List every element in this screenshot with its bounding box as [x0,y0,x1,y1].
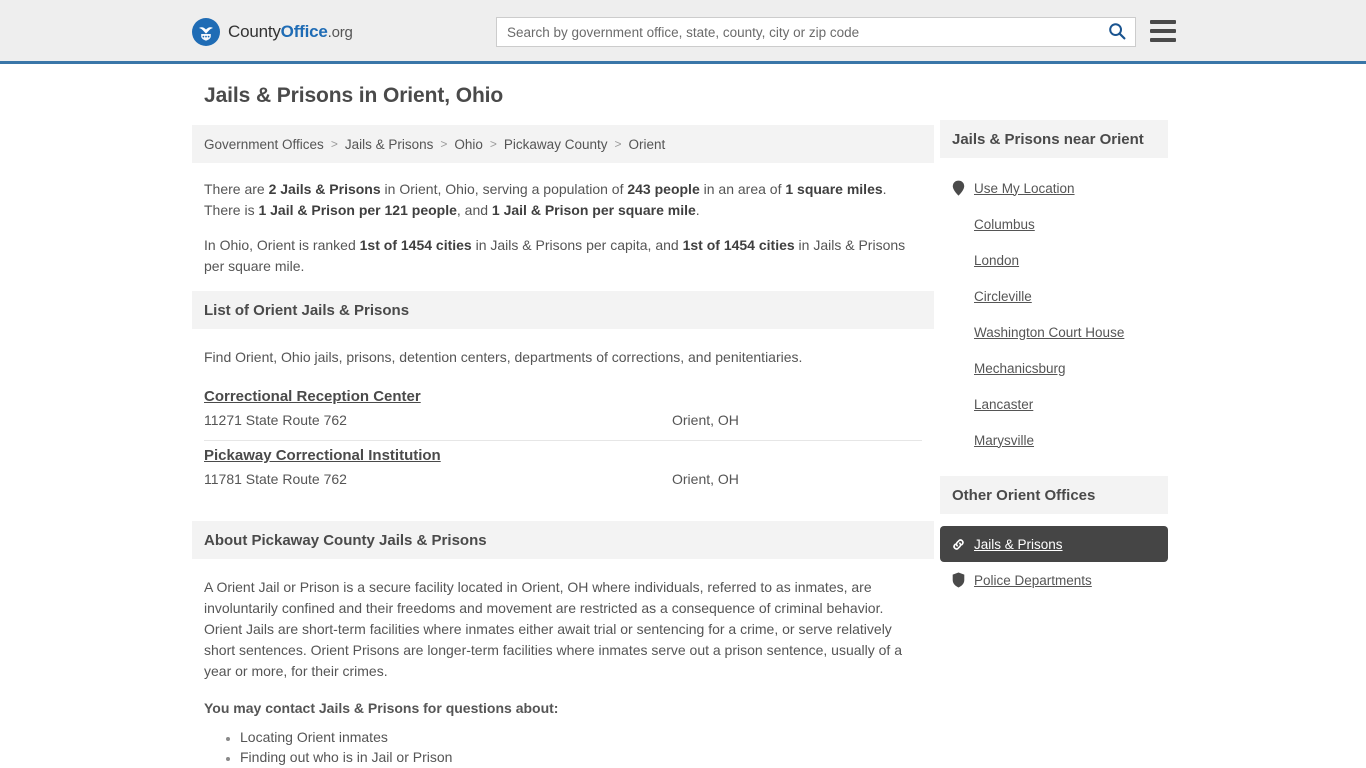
list-section-heading: List of Orient Jails & Prisons [204,301,410,319]
sidebar-other-item-1[interactable]: Jails & Prisons [940,526,1168,562]
breadcrumb-item-2[interactable]: Jails & Prisons [345,137,434,152]
intro-text: . [695,202,700,218]
intro-emphasis: 1 Jail & Prison per 121 people [258,202,457,218]
listing-address: 11271 State Route 762 [204,412,347,428]
listing-city-state: Orient, OH [672,471,739,487]
listing-address: 11781 State Route 762 [204,471,347,487]
search-input[interactable] [497,18,1099,46]
sidebar-other-header: Other Orient Offices [940,476,1168,514]
breadcrumb-separator: > [489,137,497,151]
about-section-body: A Orient Jail or Prison is a secure faci… [192,559,934,768]
intro-text: , and [456,202,492,218]
hamburger-bar [1150,20,1176,24]
sidebar-other-links: Jails & Prisons Police Departments [940,514,1168,598]
sidebar-near-item-4[interactable]: Circleville [940,278,1168,314]
list-section-header: List of Orient Jails & Prisons [192,291,934,329]
about-paragraph: A Orient Jail or Prison is a secure faci… [204,579,902,679]
breadcrumb-item-1[interactable]: Government Offices [204,137,324,152]
search-button[interactable] [1099,18,1135,46]
hamburger-menu-icon[interactable] [1150,20,1176,42]
listing-row: Pickaway Correctional Institution 11781 S… [204,441,922,499]
sidebar-near-item-3[interactable]: London [940,242,1168,278]
listings-container: Correctional Reception Center 11271 State… [192,382,934,499]
listing-details: 11271 State Route 762 Orient, OH [204,412,922,428]
location-pin-icon [950,180,966,196]
breadcrumb-separator: > [614,137,622,151]
intro-emphasis: 243 people [627,181,700,197]
sidebar-near-link[interactable]: Lancaster [974,397,1033,412]
logo-wordmark: CountyOffice.org [228,22,353,42]
link-chain-icon [950,537,966,552]
sidebar: Jails & Prisons near Orient Use My Locat… [940,120,1168,598]
intro-emphasis: 2 Jails & Prisons [268,181,381,197]
sidebar-near-item-2[interactable]: Columbus [940,206,1168,242]
breadcrumb-item-4[interactable]: Pickaway County [504,137,608,152]
main-content-column: Jails & Prisons in Orient, Ohio Governme… [192,84,934,768]
logo-text-county: County [228,22,281,41]
sidebar-near-links: Use My Location Columbus London Circleville… [940,158,1168,458]
about-section-header: About Pickaway County Jails & Prisons [192,521,934,559]
listing-city-state: Orient, OH [672,412,739,428]
listing-details: 11781 State Route 762 Orient, OH [204,471,922,487]
sidebar-near-item-8[interactable]: Marysville [940,422,1168,458]
intro-text: in Jails & Prisons per capita, and [471,237,683,253]
page-title: Jails & Prisons in Orient, Ohio [204,84,504,107]
hamburger-bar [1150,29,1176,33]
intro-text: There are [204,181,269,197]
listing-name-link[interactable]: Correctional Reception Center [204,388,421,405]
sidebar-other-link[interactable]: Police Departments [974,573,1092,588]
logo-text-office: Office [280,22,328,41]
breadcrumb-separator: > [440,137,448,151]
sidebar-near-item-5[interactable]: Washington Court House [940,314,1168,350]
sidebar-other-item-2[interactable]: Police Departments [940,562,1168,598]
sidebar-near-link[interactable]: Mechanicsburg [974,361,1066,376]
sidebar-near-item-7[interactable]: Lancaster [940,386,1168,422]
intro-paragraph-2: In Ohio, Orient is ranked 1st of 1454 ci… [204,235,922,277]
eagle-shield-icon [192,18,220,46]
list-section-description: Find Orient, Ohio jails, prisons, detent… [204,349,803,365]
intro-emphasis: 1st of 1454 cities [359,237,472,253]
about-contact-list: Locating Orient inmatesFinding out who i… [204,727,922,768]
sidebar-near-link[interactable]: Use My Location [974,181,1075,196]
intro-text: in an area of [699,181,786,197]
sidebar-near-item-6[interactable]: Mechanicsburg [940,350,1168,386]
contact-list-item: Finding out who is in Jail or Prison [240,747,922,767]
breadcrumb-item-5: Orient [628,136,666,152]
breadcrumb-item-3[interactable]: Ohio [454,137,483,152]
sidebar-divider [940,458,1168,476]
listing-row: Correctional Reception Center 11271 State… [204,382,922,441]
intro-text: In Ohio, Orient is ranked [204,237,360,253]
logo-text-tld: .org [327,24,353,41]
about-section-heading: About Pickaway County Jails & Prisons [204,531,487,549]
intro-section: There are 2 Jails & Prisons in Orient, O… [192,163,934,277]
shield-icon [950,572,966,588]
contact-list-item: Locating Orient inmates [240,727,922,747]
intro-emphasis: 1 square miles [785,181,883,197]
sidebar-other-heading: Other Orient Offices [952,486,1096,504]
about-contact-lead: You may contact Jails & Prisons for ques… [204,700,559,716]
listing-name-link[interactable]: Pickaway Correctional Institution [204,447,441,464]
sidebar-other-link[interactable]: Jails & Prisons [974,537,1063,552]
sidebar-near-link[interactable]: Columbus [974,217,1035,232]
sidebar-near-link[interactable]: Marysville [974,433,1034,448]
breadcrumb-separator: > [330,137,338,151]
sidebar-near-link[interactable]: London [974,253,1019,268]
breadcrumb: Government Offices > Jails & Prisons > Ohio >… [192,125,934,163]
sidebar-near-link[interactable]: Washington Court House [974,325,1124,340]
site-header: CountyOffice.org [0,0,1366,64]
intro-text: in Orient, Ohio, serving a population of [380,181,628,197]
site-logo[interactable]: CountyOffice.org [192,18,353,46]
intro-paragraph-1: There are 2 Jails & Prisons in Orient, O… [204,179,922,221]
sidebar-near-heading: Jails & Prisons near Orient [952,130,1144,148]
intro-emphasis: 1 Jail & Prison per square mile [491,202,696,218]
sidebar-near-header: Jails & Prisons near Orient [940,120,1168,158]
sidebar-near-link[interactable]: Circleville [974,289,1032,304]
hamburger-bar [1150,38,1176,42]
intro-emphasis: 1st of 1454 cities [682,237,795,253]
search-bar [496,17,1136,47]
sidebar-near-item-1[interactable]: Use My Location [940,170,1168,206]
search-icon [1108,22,1126,43]
